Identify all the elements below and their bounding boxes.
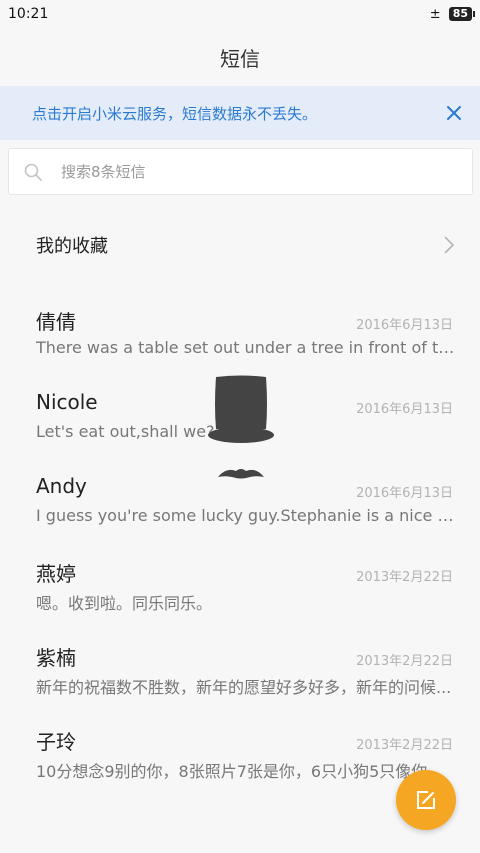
conversation-item[interactable]: 倩倩 2016年6月13日 There was a table set out …	[0, 294, 480, 374]
search-input[interactable]: 搜索8条短信	[8, 148, 473, 195]
message-date: 2016年6月13日	[356, 402, 453, 417]
contact-name: Nicole	[36, 390, 98, 414]
battery-icon: 85	[448, 7, 476, 21]
message-date: 2016年6月13日	[356, 318, 453, 333]
message-date: 2013年2月22日	[356, 738, 453, 753]
message-preview: 嗯。收到啦。同乐同乐。	[36, 594, 213, 613]
close-icon[interactable]	[442, 101, 466, 125]
compose-button[interactable]	[396, 770, 456, 830]
contact-name: 子玲	[36, 730, 76, 754]
search-icon	[24, 163, 42, 181]
cloud-service-banner[interactable]: 点击开启小米云服务，短信数据永不丢失。	[0, 86, 480, 140]
status-indicators: ± 85	[429, 6, 476, 22]
contact-name: 燕婷	[36, 562, 76, 586]
contact-name: 倩倩	[36, 310, 76, 334]
message-date: 2016年6月13日	[356, 486, 453, 501]
favorites-label: 我的收藏	[36, 236, 108, 257]
data-sync-icon: ±	[429, 6, 441, 22]
message-preview: 10分想念9别的你，8张照片7张是你，6只小狗5只像你，4...	[36, 762, 456, 781]
message-preview: 新年的祝福数不胜数，新年的愿望好多好多，新年的问候...	[36, 678, 452, 697]
contact-name: Andy	[36, 474, 87, 498]
hat-mustache-icon	[208, 375, 274, 479]
favorites-row[interactable]: 我的收藏	[0, 210, 480, 280]
chevron-right-icon	[444, 236, 455, 254]
compose-icon	[417, 791, 435, 809]
message-date: 2013年2月22日	[356, 654, 453, 669]
search-placeholder: 搜索8条短信	[61, 163, 146, 181]
page-title: 短信	[220, 46, 260, 71]
title-bar: 短信	[0, 28, 480, 86]
status-bar: 10:21 ± 85	[0, 0, 480, 28]
status-time: 10:21	[8, 6, 49, 22]
message-preview: I guess you're some lucky guy.Stephanie …	[36, 506, 456, 525]
banner-text[interactable]: 点击开启小米云服务，短信数据永不丢失。	[32, 103, 317, 124]
conversation-item[interactable]: 紫楠 2013年2月22日 新年的祝福数不胜数，新年的愿望好多好多，新年的问候.…	[0, 630, 480, 710]
message-date: 2013年2月22日	[356, 570, 453, 585]
contact-name: 紫楠	[36, 646, 76, 670]
message-preview: There was a table set out under a tree i…	[36, 338, 456, 357]
conversation-item[interactable]: 燕婷 2013年2月22日 嗯。收到啦。同乐同乐。	[0, 546, 480, 626]
